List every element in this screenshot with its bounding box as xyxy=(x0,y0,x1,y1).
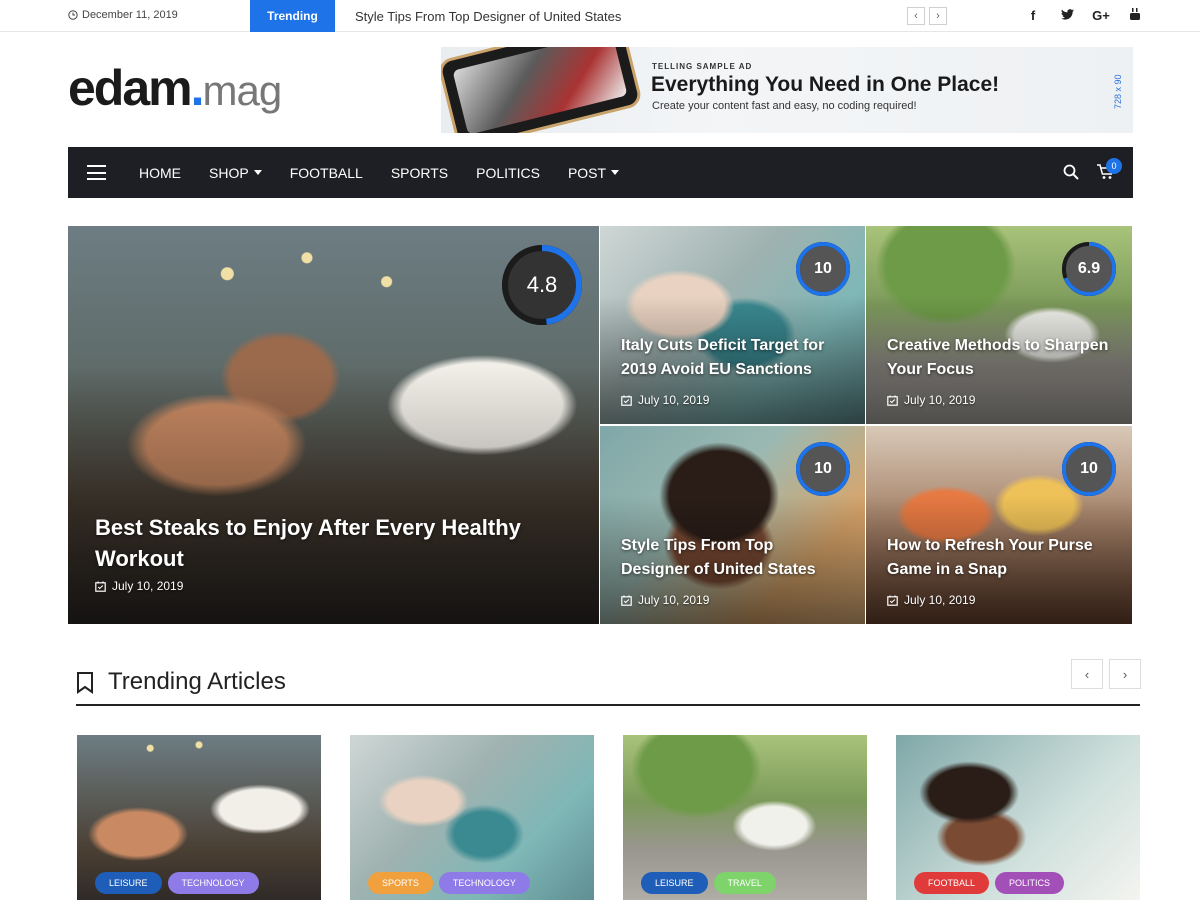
post-title[interactable]: Creative Methods to Sharpen Your Focus xyxy=(887,334,1112,382)
ad-phone-image xyxy=(441,47,644,133)
logo-dot: . xyxy=(190,60,205,116)
rating-circle: 6.9 xyxy=(1062,242,1116,296)
rating-value: 10 xyxy=(814,460,832,477)
trending-card[interactable]: LEISURE TRAVEL xyxy=(623,735,867,900)
clock-icon xyxy=(68,10,78,20)
section-title: Trending Articles xyxy=(108,668,286,695)
ad-size-label: 728 x 90 xyxy=(1113,74,1123,109)
post-title[interactable]: Italy Cuts Deficit Target for 2019 Avoid… xyxy=(621,334,846,382)
nav-item-label: POLITICS xyxy=(476,164,540,181)
nav-item-label: HOME xyxy=(139,164,181,181)
trending-prev-button[interactable]: ‹ xyxy=(907,7,925,25)
nav-item-football[interactable]: FOOTBALL xyxy=(276,147,377,198)
nav-item-post[interactable]: POST xyxy=(554,147,633,198)
search-icon[interactable] xyxy=(1063,164,1079,180)
calendar-icon xyxy=(621,595,632,606)
ad-kicker: TELLING SAMPLE AD xyxy=(652,62,753,71)
hamburger-menu-icon[interactable] xyxy=(87,165,106,180)
nav-item-politics[interactable]: POLITICS xyxy=(462,147,554,198)
trending-next-button[interactable]: › xyxy=(929,7,947,25)
trending-headline[interactable]: Style Tips From Top Designer of United S… xyxy=(355,9,621,24)
post-title[interactable]: Style Tips From Top Designer of United S… xyxy=(621,534,846,582)
calendar-icon xyxy=(887,595,898,606)
rating-circle: 10 xyxy=(796,442,850,496)
rating-value: 6.9 xyxy=(1077,260,1101,277)
main-nav: HOME SHOP FOOTBALL SPORTS POLITICS POST 0 xyxy=(68,147,1133,198)
facebook-icon[interactable]: f xyxy=(1016,8,1050,24)
ad-title: Everything You Need in One Place! xyxy=(651,73,1000,96)
nav-item-label: SPORTS xyxy=(390,164,449,181)
rating-value: 10 xyxy=(814,260,832,277)
nav-item-label: POST xyxy=(567,164,607,181)
ad-subtitle: Create your content fast and easy, no co… xyxy=(652,100,917,112)
carousel-prev-button[interactable]: ‹ xyxy=(1071,659,1103,689)
category-tag[interactable]: LEISURE xyxy=(641,872,708,894)
post-title[interactable]: Best Steaks to Enjoy After Every Healthy… xyxy=(95,512,535,574)
category-tag[interactable]: TECHNOLOGY xyxy=(438,872,530,894)
calendar-icon xyxy=(621,395,632,406)
nav-item-label: SHOP xyxy=(209,164,249,181)
calendar-icon xyxy=(887,395,898,406)
hero-post-b[interactable]: 6.9 Creative Methods to Sharpen Your Foc… xyxy=(866,226,1132,424)
nav-item-shop[interactable]: SHOP xyxy=(195,147,276,198)
rating-value: 4.8 xyxy=(526,272,558,297)
caret-down-icon xyxy=(611,170,620,175)
hero-post-a[interactable]: 10 Italy Cuts Deficit Target for 2019 Av… xyxy=(600,226,865,424)
category-tag[interactable]: LEISURE xyxy=(95,872,162,894)
section-divider xyxy=(76,704,1140,706)
site-logo[interactable]: edam.mag xyxy=(68,58,283,121)
category-tag[interactable]: TRAVEL xyxy=(713,872,776,894)
youtube-icon[interactable] xyxy=(1118,8,1152,24)
date-text: December 11, 2019 xyxy=(82,9,178,21)
nav-item-sports[interactable]: SPORTS xyxy=(377,147,462,198)
rating-circle: 10 xyxy=(796,242,850,296)
twitter-icon[interactable] xyxy=(1050,8,1084,24)
post-title[interactable]: How to Refresh Your Purse Game in a Snap xyxy=(887,534,1112,582)
caret-down-icon xyxy=(253,170,262,175)
trending-label: Trending xyxy=(250,0,335,32)
ad-banner[interactable]: TELLING SAMPLE AD Everything You Need in… xyxy=(441,47,1133,133)
post-date: July 10, 2019 xyxy=(95,579,183,593)
post-date: July 10, 2019 xyxy=(887,393,975,407)
trending-card[interactable]: SPORTS TECHNOLOGY xyxy=(350,735,594,900)
calendar-icon xyxy=(95,581,106,592)
social-links: f G+ xyxy=(1016,8,1152,24)
nav-item-home[interactable]: HOME xyxy=(125,147,195,198)
trending-card[interactable]: LEISURE TECHNOLOGY xyxy=(77,735,321,900)
current-date: December 11, 2019 xyxy=(68,9,178,21)
hero-post-d[interactable]: 10 How to Refresh Your Purse Game in a S… xyxy=(866,426,1132,624)
nav-item-label: FOOTBALL xyxy=(289,164,363,181)
rating-circle: 4.8 xyxy=(502,245,582,325)
cart-count-badge: 0 xyxy=(1106,158,1122,174)
logo-sub: mag xyxy=(202,67,283,114)
category-tag[interactable]: FOOTBALL xyxy=(914,872,990,894)
post-date: July 10, 2019 xyxy=(621,393,709,407)
google-plus-icon[interactable]: G+ xyxy=(1084,8,1118,24)
bookmark-icon xyxy=(77,672,93,694)
top-bar: December 11, 2019 Trending Style Tips Fr… xyxy=(0,0,1200,32)
trending-card[interactable]: FOOTBALL POLITICS xyxy=(896,735,1140,900)
post-date: July 10, 2019 xyxy=(887,593,975,607)
category-tag[interactable]: SPORTS xyxy=(368,872,433,894)
rating-circle: 10 xyxy=(1062,442,1116,496)
post-date: July 10, 2019 xyxy=(621,593,709,607)
hero-main-post[interactable]: 4.8 Best Steaks to Enjoy After Every Hea… xyxy=(68,226,599,624)
rating-value: 10 xyxy=(1080,460,1098,477)
logo-main: edam xyxy=(68,60,193,116)
category-tag[interactable]: TECHNOLOGY xyxy=(167,872,259,894)
category-tag[interactable]: POLITICS xyxy=(995,872,1065,894)
hero-post-c[interactable]: 10 Style Tips From Top Designer of Unite… xyxy=(600,426,865,624)
carousel-next-button[interactable]: › xyxy=(1109,659,1141,689)
